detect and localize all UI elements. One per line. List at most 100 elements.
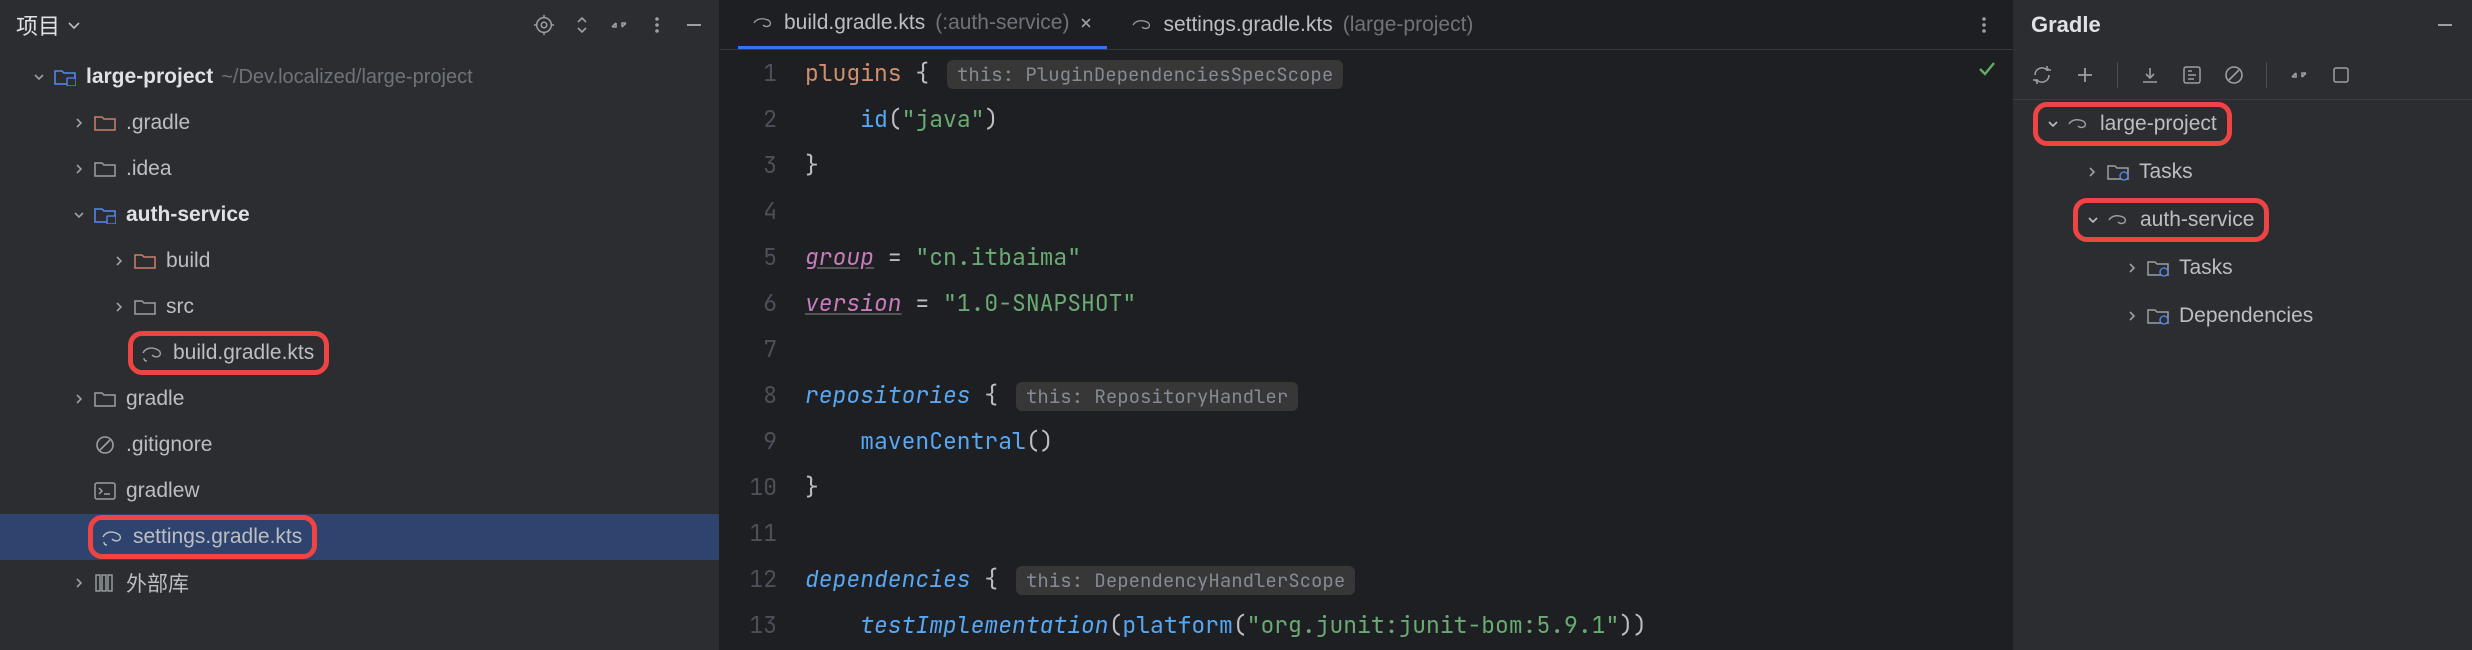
expand-sort-icon[interactable] bbox=[573, 14, 591, 36]
gradle-file-icon bbox=[99, 527, 125, 547]
folder-excluded-icon bbox=[132, 252, 158, 270]
gradle-root-label: large-project bbox=[2100, 112, 2217, 136]
gradle-icon bbox=[2066, 115, 2092, 133]
code-token: "1.0-SNAPSHOT" bbox=[943, 288, 1136, 318]
target-icon[interactable] bbox=[533, 14, 555, 36]
collapse-icon[interactable] bbox=[609, 14, 629, 36]
download-icon[interactable] bbox=[2140, 65, 2160, 85]
line-number: 8 bbox=[720, 372, 777, 418]
code-token: () bbox=[1026, 426, 1054, 456]
tree-item-gradlew[interactable]: gradlew bbox=[0, 468, 719, 514]
project-tree: large-project ~/Dev.localized/large-proj… bbox=[0, 50, 719, 606]
code-token: ( bbox=[888, 104, 902, 134]
code-token: "org.junit:junit-bom:5.9.1" bbox=[1247, 610, 1620, 640]
highlight-annotation: settings.gradle.kts bbox=[88, 515, 317, 559]
chevron-right-icon[interactable] bbox=[110, 252, 128, 270]
tree-item-settings-gradle-kts[interactable]: settings.gradle.kts bbox=[0, 514, 719, 560]
project-panel-header: 项目 bbox=[0, 0, 719, 50]
editor-tabs: build.gradle.kts (:auth-service) setting… bbox=[720, 0, 2012, 50]
check-icon[interactable] bbox=[1976, 58, 1998, 80]
chevron-down-icon[interactable] bbox=[2084, 211, 2102, 229]
root-name: large-project bbox=[86, 65, 213, 89]
chevron-right-icon[interactable] bbox=[2123, 259, 2141, 277]
refresh-icon[interactable] bbox=[2031, 64, 2053, 86]
line-gutter: 1 2 3 4 5 6 7 8 9 10 11 12 13 bbox=[720, 50, 805, 650]
code-token: = bbox=[902, 288, 943, 318]
chevron-right-icon[interactable] bbox=[2123, 307, 2141, 325]
deps-folder-icon bbox=[2145, 307, 2171, 325]
line-number: 9 bbox=[720, 418, 777, 464]
gradle-root[interactable]: large-project bbox=[2013, 100, 2472, 148]
tab-build-gradle[interactable]: build.gradle.kts (:auth-service) bbox=[738, 0, 1107, 49]
gradle-tree: large-project Tasks auth-service Tasks bbox=[2013, 100, 2472, 340]
tree-root[interactable]: large-project ~/Dev.localized/large-proj… bbox=[0, 54, 719, 100]
ignore-file-icon bbox=[92, 435, 118, 455]
panel-actions bbox=[533, 14, 703, 36]
tree-item-src[interactable]: src bbox=[0, 284, 719, 330]
chevron-down-icon[interactable] bbox=[70, 206, 88, 224]
gradle-toolbar bbox=[2013, 50, 2472, 100]
line-number: 1 bbox=[720, 50, 777, 96]
tree-label: src bbox=[166, 295, 194, 319]
close-icon[interactable] bbox=[1079, 16, 1093, 30]
settings-icon[interactable] bbox=[2331, 65, 2351, 85]
gradle-panel-header: Gradle bbox=[2013, 0, 2472, 50]
chevron-right-icon[interactable] bbox=[70, 114, 88, 132]
chevron-right-icon[interactable] bbox=[70, 390, 88, 408]
chevron-right-icon[interactable] bbox=[2083, 163, 2101, 181]
highlight-annotation: build.gradle.kts bbox=[128, 331, 329, 375]
add-icon[interactable] bbox=[2075, 65, 2095, 85]
gradle-subproject[interactable]: auth-service bbox=[2013, 196, 2472, 244]
line-number: 3 bbox=[720, 142, 777, 188]
module-folder-icon bbox=[92, 206, 118, 224]
collapse-icon[interactable] bbox=[2289, 65, 2309, 85]
minimize-icon[interactable] bbox=[685, 16, 703, 34]
tree-item-idea-dir[interactable]: .idea bbox=[0, 146, 719, 192]
more-icon[interactable] bbox=[1974, 14, 1994, 36]
chevron-right-icon[interactable] bbox=[70, 574, 88, 592]
tree-item-gitignore[interactable]: .gitignore bbox=[0, 422, 719, 468]
tree-item-gradle-dir[interactable]: .gradle bbox=[0, 100, 719, 146]
code-editor[interactable]: 1 2 3 4 5 6 7 8 9 10 11 12 13 plugins { … bbox=[720, 50, 2012, 650]
stop-icon[interactable] bbox=[2224, 65, 2244, 85]
module-folder-icon bbox=[52, 68, 78, 86]
tasks-folder-icon bbox=[2145, 259, 2171, 277]
tree-label: settings.gradle.kts bbox=[133, 525, 302, 549]
code-token: { bbox=[971, 380, 999, 410]
gradle-sub-label: auth-service bbox=[2140, 208, 2254, 232]
line-number: 7 bbox=[720, 326, 777, 372]
line-number: 10 bbox=[720, 464, 777, 510]
gradle-sub-tasks[interactable]: Tasks bbox=[2013, 244, 2472, 292]
tree-item-build-gradle-kts[interactable]: build.gradle.kts bbox=[0, 330, 719, 376]
gradle-dependencies[interactable]: Dependencies bbox=[2013, 292, 2472, 340]
gradle-deps-label: Dependencies bbox=[2179, 304, 2313, 328]
project-panel-title[interactable]: 项目 bbox=[16, 9, 82, 41]
line-number: 13 bbox=[720, 602, 777, 648]
tree-item-external-libs[interactable]: 外部库 bbox=[0, 560, 719, 606]
more-icon[interactable] bbox=[647, 14, 667, 36]
code-token: version bbox=[805, 288, 902, 318]
minimize-icon[interactable] bbox=[2436, 16, 2454, 34]
gradle-file-icon bbox=[139, 343, 165, 363]
tree-item-build[interactable]: build bbox=[0, 238, 719, 284]
line-number: 6 bbox=[720, 280, 777, 326]
folder-icon bbox=[132, 298, 158, 316]
shell-file-icon bbox=[92, 482, 118, 500]
folder-excluded-icon bbox=[92, 114, 118, 132]
code-token: { bbox=[971, 564, 999, 594]
chevron-right-icon[interactable] bbox=[70, 160, 88, 178]
tree-item-gradle-folder[interactable]: gradle bbox=[0, 376, 719, 422]
chevron-down-icon[interactable] bbox=[2044, 115, 2062, 133]
execute-icon[interactable] bbox=[2182, 65, 2202, 85]
tab-settings-gradle[interactable]: settings.gradle.kts (large-project) bbox=[1117, 0, 1487, 49]
tab-label: settings.gradle.kts bbox=[1163, 13, 1332, 37]
chevron-down-icon[interactable] bbox=[30, 68, 48, 86]
highlight-annotation: auth-service bbox=[2073, 198, 2269, 242]
tab-context: (:auth-service) bbox=[935, 11, 1069, 35]
chevron-down-icon bbox=[66, 17, 82, 33]
chevron-right-icon[interactable] bbox=[110, 298, 128, 316]
gradle-tasks[interactable]: Tasks bbox=[2013, 148, 2472, 196]
gradle-file-icon bbox=[1131, 16, 1153, 34]
tree-item-auth-service[interactable]: auth-service bbox=[0, 192, 719, 238]
code-body[interactable]: plugins { this: PluginDependenciesSpecSc… bbox=[805, 50, 2012, 650]
